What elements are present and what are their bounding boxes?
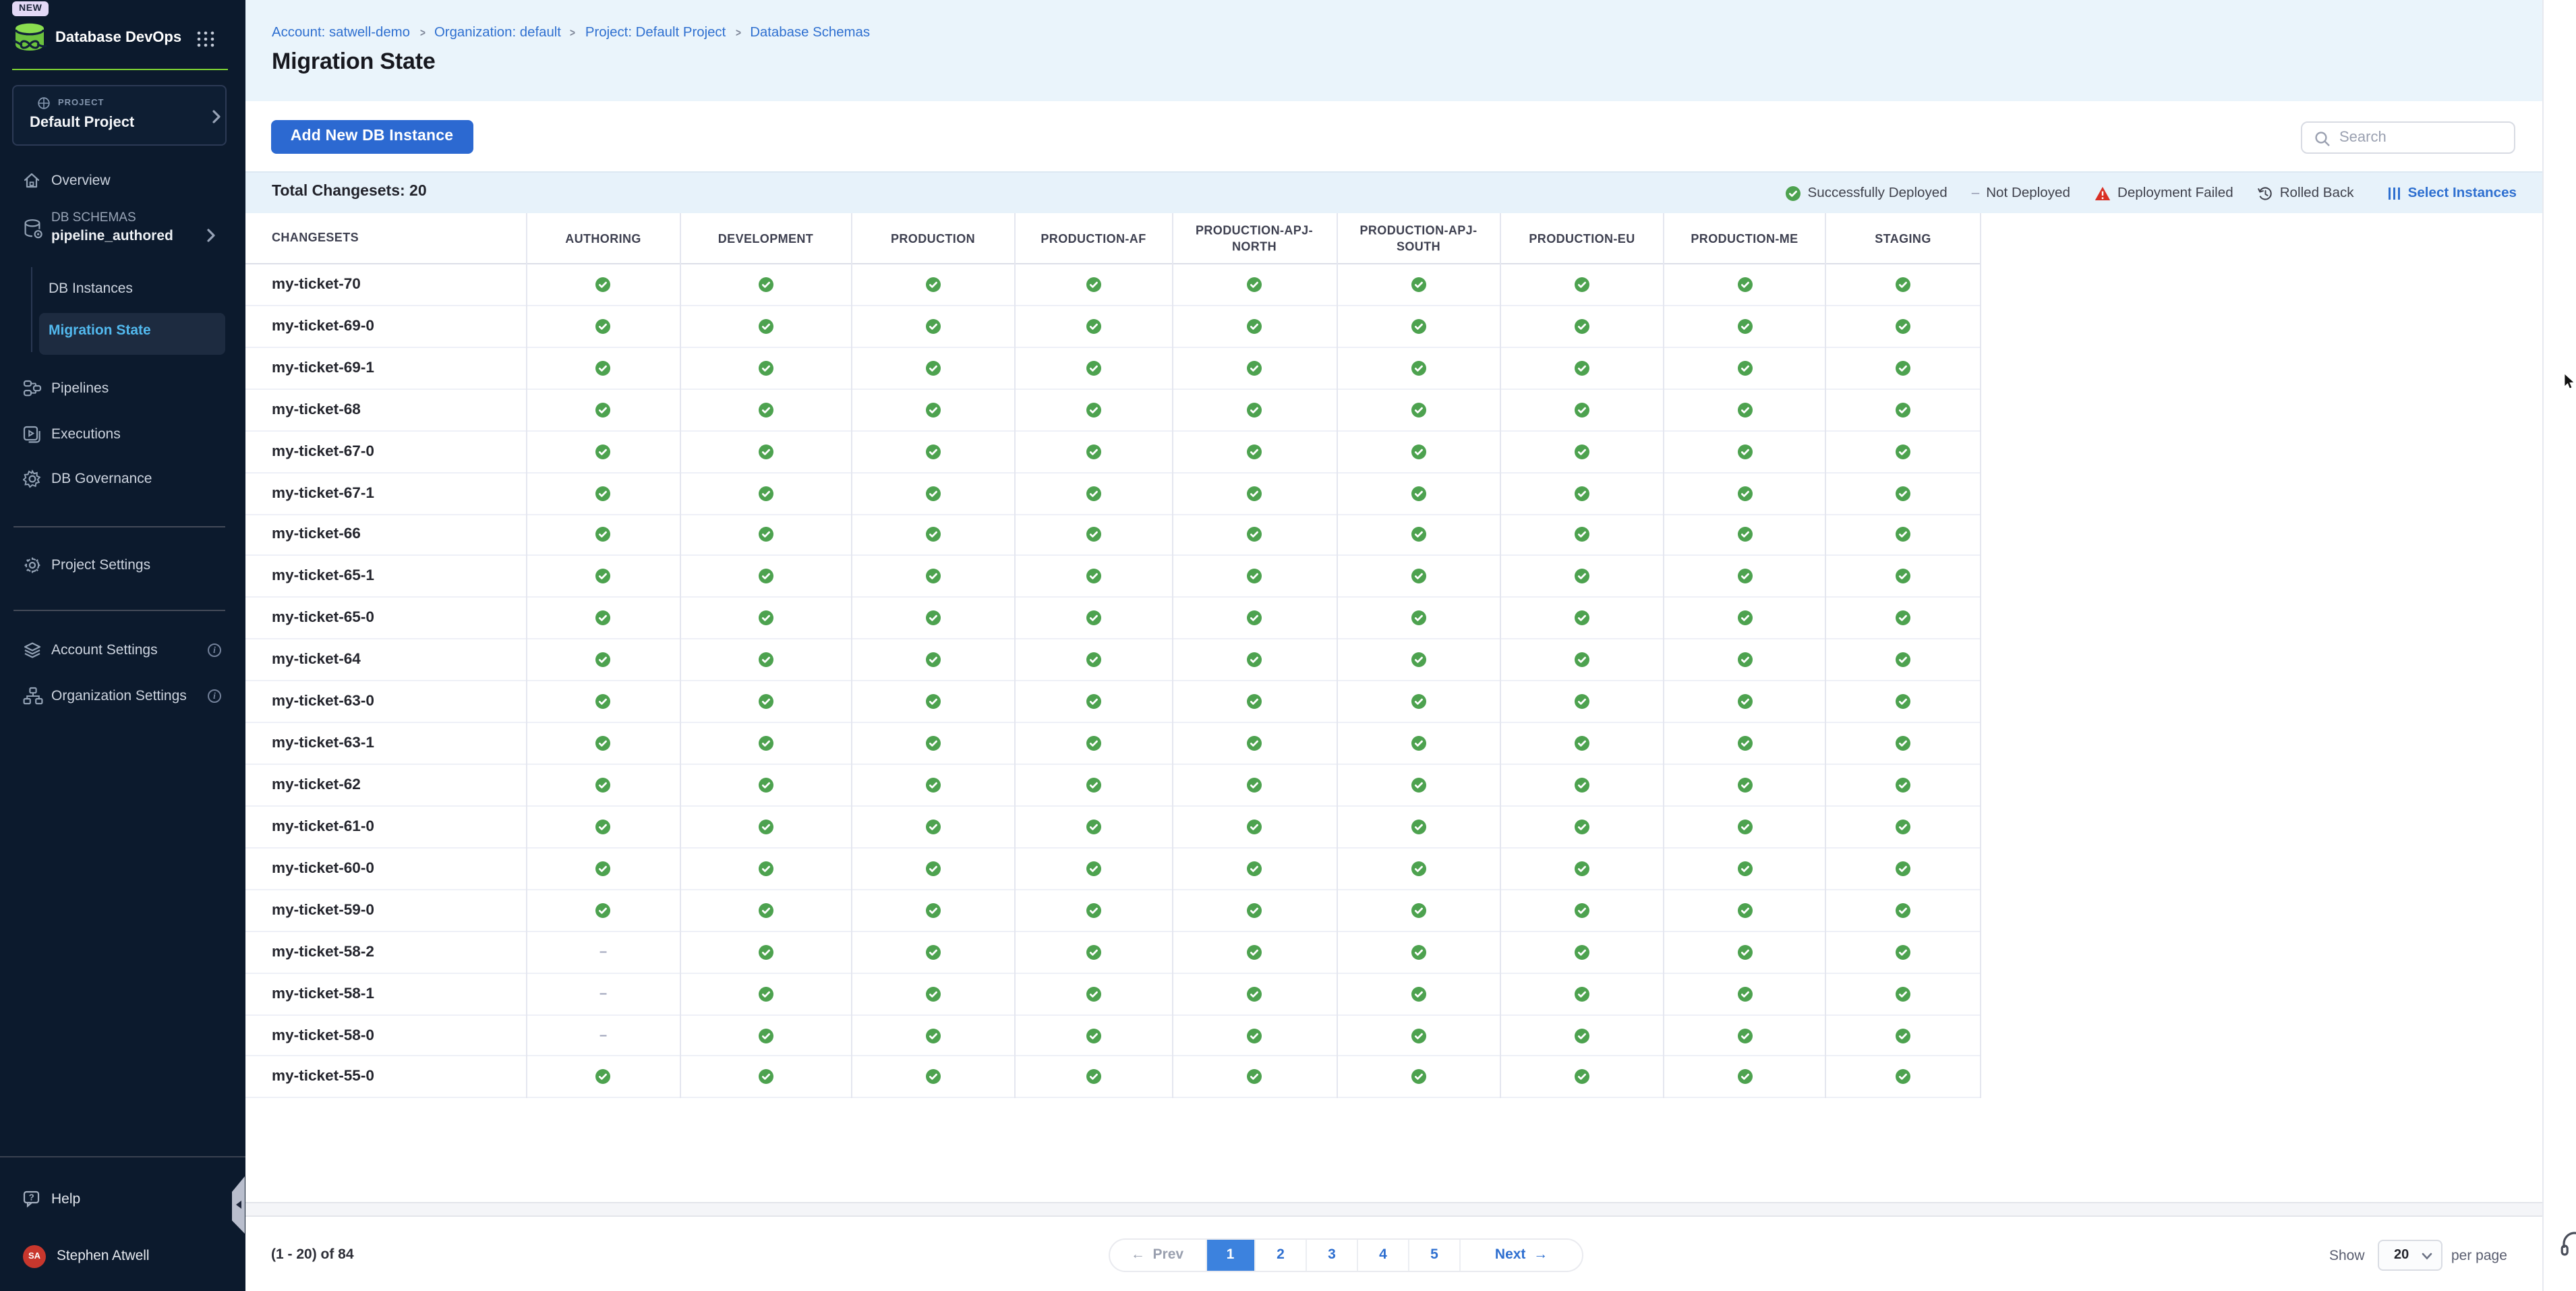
svg-text:?: ? — [29, 1193, 34, 1203]
